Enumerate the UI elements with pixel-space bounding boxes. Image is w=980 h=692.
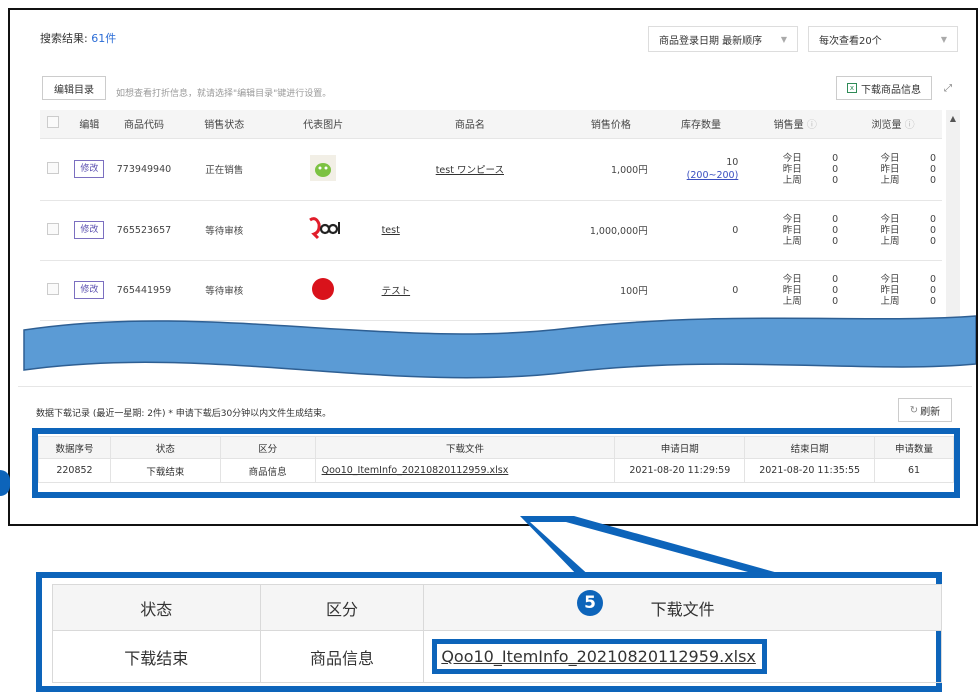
- zoom-callout: 状态 区分 下载文件 下载结束 商品信息 Qoo10_ItemInfo_2021…: [36, 572, 942, 692]
- step-number-badge: 5: [577, 590, 603, 616]
- table-row: 下载结束 商品信息 Qoo10_ItemInfo_20210820112959.…: [52, 630, 942, 683]
- zoom-download-table: 状态 区分 下载文件 下载结束 商品信息 Qoo10_ItemInfo_2021…: [52, 584, 942, 683]
- zoom-type: 商品信息: [259, 630, 425, 683]
- zoom-status: 下载结束: [52, 630, 261, 683]
- zoom-download-file-link[interactable]: Qoo10_ItemInfo_20210820112959.xlsx: [432, 639, 767, 674]
